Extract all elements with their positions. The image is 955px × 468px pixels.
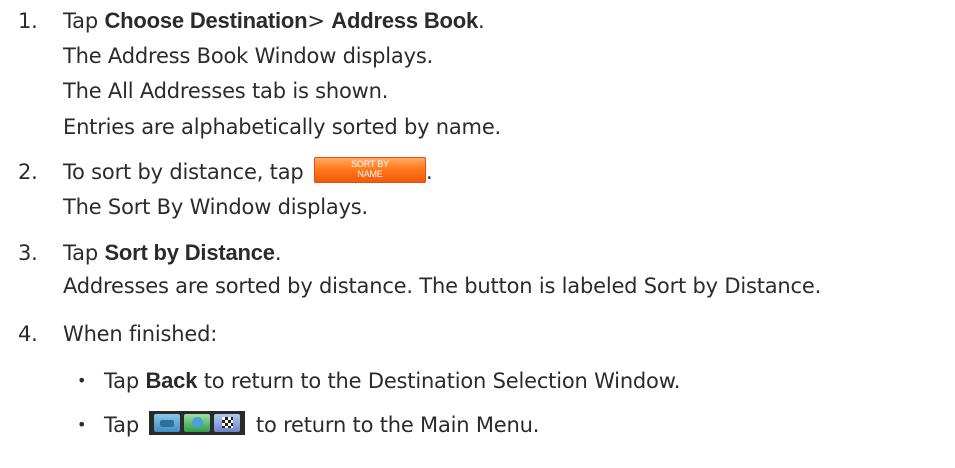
instruction-document: 1. Tap Choose Destination> Address Book.…	[0, 0, 955, 468]
step-1-line-2: The All Addresses tab is shown.	[63, 79, 389, 103]
bullet-2-prefix: Tap	[104, 413, 139, 437]
step-1-bold-address-book: Address Book	[331, 8, 479, 33]
sort-button-line-2: NAME	[357, 169, 383, 179]
step-number: 2.	[18, 160, 38, 184]
bullet-1-prefix: Tap	[104, 369, 146, 393]
step-3-line-1: Addresses are sorted by distance. The bu…	[63, 274, 822, 298]
sort-button-line-1: SORT BY	[351, 159, 389, 169]
step-3-prefix: Tap	[63, 241, 105, 265]
bullet-2-suffix: to return to the Main Menu.	[249, 413, 540, 437]
step-1-separator: >	[307, 9, 332, 33]
step-number: 1.	[18, 9, 38, 33]
bullet-1-bold-back: Back	[145, 368, 198, 393]
bullet-marker: •	[77, 371, 87, 390]
bullet-1-suffix: to return to the Destination Selection W…	[197, 369, 681, 393]
step-4-text: When finished:	[63, 322, 218, 346]
car-icon	[154, 414, 181, 432]
step-2-prefix: To sort by distance, tap	[63, 160, 304, 184]
sort-by-name-button[interactable]: SORT BY NAME	[314, 157, 426, 183]
step-2-suffix: .	[426, 160, 433, 184]
main-menu-icon-button[interactable]	[149, 411, 246, 435]
step-number: 3.	[18, 241, 38, 265]
step-1-suffix: .	[478, 9, 485, 33]
step-number: 4.	[18, 322, 38, 346]
step-2-line-1: The Sort By Window displays.	[63, 195, 369, 219]
globe-icon	[184, 414, 211, 432]
step-1-prefix: Tap	[63, 9, 105, 33]
step-3-suffix: .	[274, 241, 282, 265]
step-3-bold-sort-by-distance: Sort by Distance	[104, 240, 275, 265]
bullet-marker: •	[77, 415, 87, 434]
checkered-flag-icon	[214, 414, 241, 432]
step-1-line-3: Entries are alphabetically sorted by nam…	[63, 115, 502, 139]
step-1-line-1: The Address Book Window displays.	[63, 44, 434, 68]
step-1-bold-choose-destination: Choose Destination	[104, 8, 308, 33]
